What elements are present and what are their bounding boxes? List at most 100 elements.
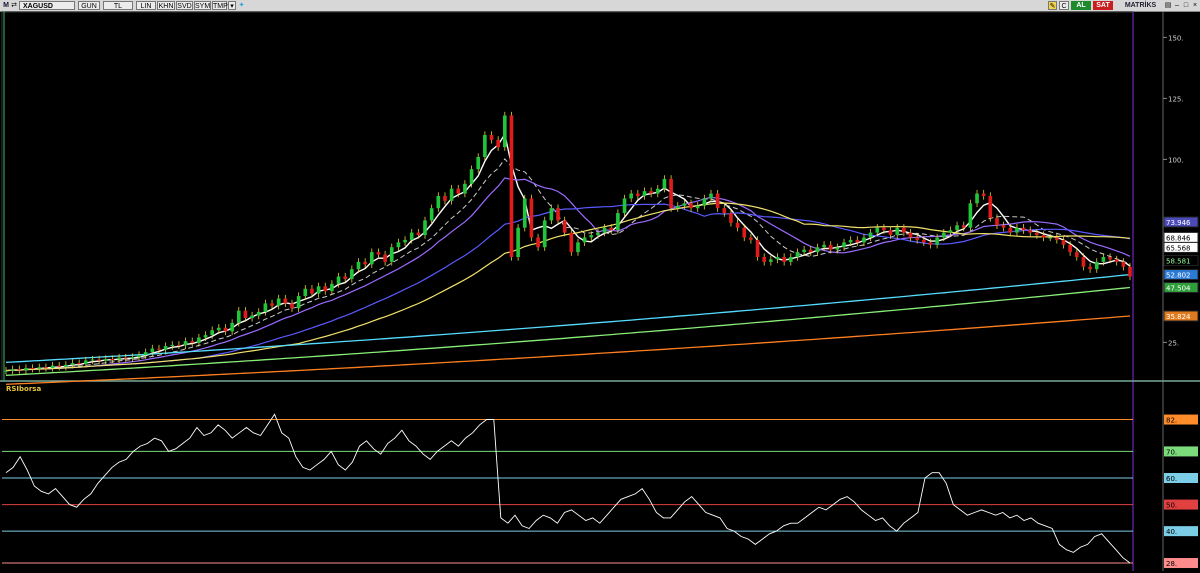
candle-body: [788, 257, 793, 262]
candle-body: [50, 365, 55, 369]
candle-body: [1068, 244, 1072, 253]
candle-body: [230, 322, 234, 332]
period-button[interactable]: GUN: [78, 1, 100, 10]
candle-body: [1114, 259, 1119, 262]
buy-button[interactable]: AL: [1071, 1, 1091, 10]
candle-body: [842, 242, 846, 248]
candle-body: [389, 247, 394, 262]
candle-body: [463, 183, 467, 194]
candle-body: [170, 344, 175, 347]
price-badges: 73.946 68.846 65.568 58.581 52.802 47.504 35.8…: [1163, 216, 1199, 322]
candle-body: [1028, 230, 1033, 233]
close-icon[interactable]: ×: [1191, 1, 1199, 10]
twitter-icon[interactable]: ✦: [237, 1, 246, 10]
candle-body: [143, 352, 148, 356]
candle-body: [1128, 266, 1132, 277]
candle-body: [556, 208, 560, 221]
candle-body: [197, 337, 201, 343]
maximize-icon[interactable]: □: [1182, 1, 1190, 10]
candle-body: [24, 368, 28, 371]
candle-body: [110, 358, 115, 360]
candle-body: [702, 198, 707, 206]
candle-body: [90, 359, 95, 361]
candle-body: [855, 239, 860, 243]
candle-body: [137, 355, 141, 358]
candle-body: [37, 367, 42, 369]
ma-line-2: [5, 158, 1131, 372]
candle-body: [675, 205, 680, 209]
price-badge-label: 52.802: [1166, 272, 1191, 280]
candle-body: [263, 303, 268, 312]
candle-body: [1081, 257, 1086, 267]
candle-body: [1001, 225, 1006, 228]
candle-body: [941, 232, 946, 238]
candle-body: [217, 327, 221, 331]
tmp-button[interactable]: TMP: [212, 1, 228, 10]
svd-button[interactable]: SVD: [176, 1, 193, 10]
candle-body: [762, 257, 767, 262]
candle-body: [888, 230, 893, 236]
candle-body: [383, 254, 387, 262]
candle-body: [117, 357, 121, 360]
candle-body: [1121, 261, 1126, 267]
candle-body: [636, 193, 640, 196]
currency-button[interactable]: TL: [103, 1, 133, 10]
candle-body: [815, 247, 820, 253]
candle-body: [576, 242, 580, 253]
candle-body: [103, 358, 108, 361]
candle-body: [190, 341, 195, 343]
rsi-level-label: 50.: [1166, 502, 1177, 510]
candle-body: [928, 242, 933, 245]
candle-body: [722, 208, 727, 214]
candle-body: [183, 341, 188, 346]
candle-body: [243, 310, 248, 318]
candle-body: [409, 232, 414, 240]
candle-body: [1074, 252, 1079, 257]
khn-button[interactable]: KHN: [157, 1, 175, 10]
price-badge-label: 73.946: [1166, 219, 1191, 227]
symbol-field[interactable]: XAGUSD: [19, 1, 75, 10]
sell-button[interactable]: SAT: [1093, 1, 1113, 10]
candle-body: [64, 364, 68, 367]
candle-body: [83, 360, 88, 364]
candle-body: [1021, 227, 1026, 231]
candle-body: [1041, 235, 1046, 238]
candle-body: [423, 220, 427, 236]
y-tick-label: 25.: [1168, 339, 1179, 347]
candle-body: [582, 237, 587, 243]
pencil-icon[interactable]: ✎: [1048, 1, 1057, 10]
candle-body: [935, 237, 939, 245]
candle-body: [1055, 237, 1059, 240]
candle-body: [516, 227, 520, 257]
rsi-levels: 82. 70. 60. 50. 40. 28.: [2, 414, 1198, 569]
sym-button[interactable]: SYM: [194, 1, 211, 10]
candle-body: [882, 227, 886, 231]
candlesticks: [4, 111, 1132, 375]
c-button[interactable]: C: [1059, 1, 1069, 10]
menu-icon[interactable]: ▤: [1164, 1, 1172, 10]
candle-body: [130, 357, 135, 359]
candle-body: [1015, 227, 1019, 233]
candle-body: [629, 193, 634, 199]
candle-body: [44, 367, 48, 369]
moving-averages: [5, 132, 1131, 385]
candle-body: [742, 227, 747, 238]
y-tick-label: 150.: [1168, 34, 1184, 42]
symbol-prefix: M: [3, 2, 9, 9]
chart-area[interactable]: 150.125.100.75.25. 73.94668.84665.56858.…: [0, 11, 1200, 573]
swap-icon[interactable]: ⇄: [10, 1, 18, 10]
candle-body: [1094, 261, 1099, 270]
candle-body: [270, 303, 274, 306]
candle-body: [802, 249, 806, 253]
dropdown-arrow-icon[interactable]: ▾: [228, 1, 236, 10]
candle-body: [310, 288, 314, 294]
candle-body: [689, 203, 693, 209]
candle-body: [1035, 232, 1039, 236]
long-ma-line-2: [5, 286, 1131, 376]
minimize-icon[interactable]: –: [1173, 1, 1181, 10]
rsi-series-line: [5, 413, 1131, 564]
candle-body: [77, 363, 81, 365]
lin-button[interactable]: LIN: [136, 1, 156, 10]
candle-body: [290, 303, 294, 309]
candle-body: [669, 178, 673, 209]
